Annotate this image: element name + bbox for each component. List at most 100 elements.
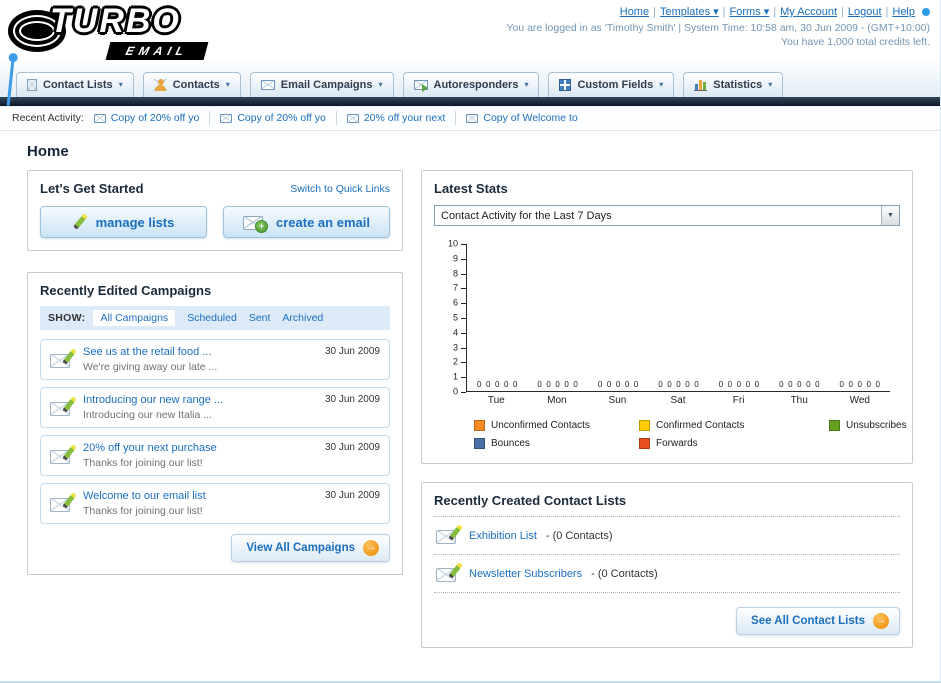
custom-fields-icon (559, 78, 572, 91)
y-axis-tick-label: 9 (452, 253, 458, 264)
y-axis-tick-label: 8 (452, 268, 458, 279)
filter-all-campaigns[interactable]: All Campaigns (93, 310, 176, 326)
y-axis-tick-mark (461, 273, 466, 275)
chevron-down-icon: ▾ (118, 80, 123, 89)
chevron-down-icon: ▼ (881, 206, 899, 225)
contact-list-item[interactable]: Newsletter Subscribers - (0 Contacts) (434, 555, 900, 593)
contact-list-link[interactable]: Newsletter Subscribers (469, 568, 582, 580)
bar-confirmed-contacts: 0 (606, 381, 612, 391)
recent-activity-items: Copy of 20% off yo Copy of 20% off yo 20% … (93, 111, 578, 125)
campaign-text: 20% off your next purchase Thanks for joi… (83, 442, 316, 469)
activity-separator (455, 111, 457, 125)
arrow-right-icon: → (363, 540, 379, 556)
tab-custom-fields[interactable]: Custom Fields ▾ (548, 72, 675, 97)
bar-unconfirmed-contacts: 0 (839, 381, 845, 391)
filter-sent[interactable]: Sent (249, 312, 271, 324)
contact-list-link[interactable]: Exhibition List (469, 530, 537, 542)
create-email-button[interactable]: create an email (223, 206, 390, 238)
campaigns-panel: Recently Edited Campaigns SHOW: All Camp… (27, 272, 403, 575)
filter-archived[interactable]: Archived (282, 312, 323, 324)
campaign-list: See us at the retail food ... We're givin… (40, 339, 390, 524)
nav-separator: | (841, 6, 844, 18)
recent-activity-link[interactable]: Copy of Welcome to (483, 112, 577, 124)
bar-value-label: 0 (797, 380, 802, 389)
contact-list-detail: - (0 Contacts) (545, 529, 613, 542)
recent-activity-link[interactable]: Copy of 20% off yo (111, 112, 200, 124)
y-axis-tick-label: 2 (452, 356, 458, 367)
y-axis-tick-mark (461, 392, 466, 393)
bar-unconfirmed-contacts: 0 (597, 381, 603, 391)
switch-quick-links-link[interactable]: Switch to Quick Links (290, 183, 390, 195)
campaign-title-link[interactable]: Introducing our new range ... (83, 394, 316, 406)
activity-separator (335, 111, 337, 125)
campaign-text: Introducing our new range ... Introducing… (83, 394, 316, 421)
logo-subtitle: EMAIL (105, 42, 209, 60)
header-link-forms[interactable]: Forms ▾ (730, 6, 770, 18)
recent-activity-item[interactable]: 20% off your next (346, 112, 446, 124)
header-link-logout[interactable]: Logout (848, 6, 882, 18)
campaign-title-link[interactable]: Welcome to our email list (83, 490, 316, 502)
filter-scheduled[interactable]: Scheduled (187, 312, 237, 324)
envelope-icon (220, 113, 233, 123)
arrow-right-icon: → (873, 613, 889, 629)
bar-value-label: 0 (555, 380, 560, 389)
main-content: Let's Get Started Switch to Quick Links … (0, 170, 940, 648)
envelope-pencil-icon (436, 564, 460, 583)
tab-contact-lists[interactable]: Contact Lists ▾ (16, 72, 134, 97)
bar-value-label: 0 (573, 380, 578, 389)
bar-unconfirmed-contacts: 0 (718, 381, 724, 391)
tab-autoresponders[interactable]: Autoresponders ▾ (402, 72, 540, 97)
y-axis-tick-mark (461, 303, 466, 305)
legend-item-unconfirmed-contacts: Unconfirmed Contacts (474, 420, 639, 431)
envelope-pencil-icon (50, 446, 74, 465)
contact-lists-icon (27, 78, 37, 91)
bar-value-label: 0 (694, 380, 699, 389)
tab-contacts[interactable]: Contacts ▾ (142, 72, 241, 97)
header-link-my-account[interactable]: My Account (780, 6, 837, 18)
campaign-date: 30 Jun 2009 (324, 394, 380, 405)
chevron-down-icon: ▾ (378, 80, 383, 89)
header-link-help[interactable]: Help (892, 6, 915, 18)
see-all-contact-lists-button[interactable]: See All Contact Lists → (736, 607, 900, 635)
recent-activity-link[interactable]: 20% off your next (364, 112, 446, 124)
bar-value-label: 0 (606, 380, 612, 389)
bar-value-label: 0 (494, 380, 500, 389)
tab-email-campaigns[interactable]: Email Campaigns ▾ (249, 72, 394, 97)
campaign-filter-bar: SHOW: All Campaigns Scheduled Sent Archived (40, 306, 390, 330)
bar-bounces: 0 (866, 381, 872, 391)
y-axis-tick-label: 10 (447, 238, 458, 249)
recent-activity-link[interactable]: Copy of 20% off yo (237, 112, 326, 124)
tab-label: Contacts (172, 78, 220, 91)
campaign-text: Welcome to our email list Thanks for join… (83, 490, 316, 517)
x-axis-label-sat: Sat (670, 395, 686, 406)
contact-list-item[interactable]: Exhibition List - (0 Contacts) (434, 517, 900, 555)
autoresponders-icon (413, 79, 428, 92)
campaign-row[interactable]: Welcome to our email list Thanks for join… (40, 483, 390, 524)
campaign-title-link[interactable]: 20% off your next purchase (83, 442, 316, 454)
chart-plot: 00000000000000000000000000000000000 (466, 244, 890, 392)
header-link-home[interactable]: Home (620, 6, 649, 18)
recent-activity-item[interactable]: Copy of Welcome to (466, 112, 578, 124)
left-column: Let's Get Started Switch to Quick Links … (27, 170, 403, 575)
header-link-templates[interactable]: Templates ▾ (660, 6, 719, 18)
bar-value-label: 0 (615, 380, 621, 389)
recent-activity-item[interactable]: Copy of 20% off yo (93, 112, 200, 124)
legend-item-forwards: Forwards (639, 438, 829, 449)
manage-lists-button[interactable]: manage lists (40, 206, 207, 238)
campaign-row[interactable]: 20% off your next purchase Thanks for joi… (40, 435, 390, 476)
envelope-pencil-icon (50, 494, 74, 513)
bar-value-label: 0 (736, 380, 742, 389)
nav-separator: | (885, 6, 889, 18)
x-axis-label-sun: Sun (608, 395, 627, 406)
campaign-subtitle: Thanks for joining our list! (83, 505, 203, 517)
bar-value-label: 0 (806, 380, 811, 389)
tab-statistics[interactable]: Statistics ▾ (683, 72, 784, 97)
campaign-row[interactable]: See us at the retail food ... We're givin… (40, 339, 390, 380)
stats-period-select[interactable]: Contact Activity for the Last 7 Days ▼ (434, 205, 900, 226)
view-all-campaigns-button[interactable]: View All Campaigns → (231, 534, 390, 562)
bar-group-tue: 00000 (467, 381, 527, 391)
tab-label: Contact Lists (43, 78, 113, 91)
recent-activity-item[interactable]: Copy of 20% off yo (220, 112, 326, 124)
campaign-row[interactable]: Introducing our new range ... Introducing… (40, 387, 390, 428)
campaign-title-link[interactable]: See us at the retail food ... (83, 346, 316, 358)
